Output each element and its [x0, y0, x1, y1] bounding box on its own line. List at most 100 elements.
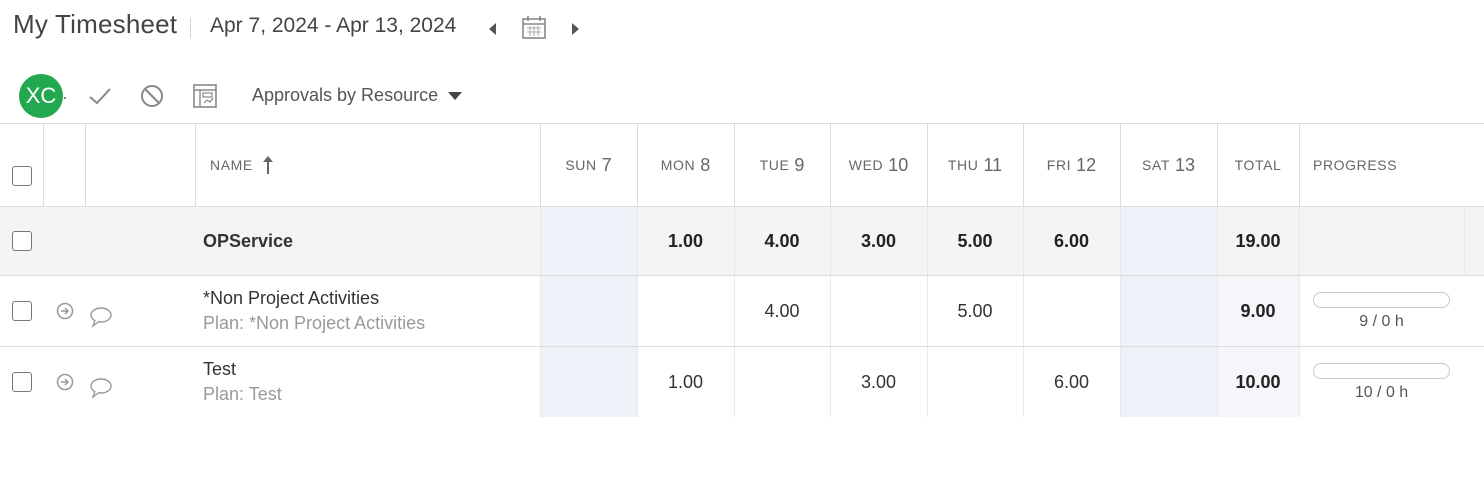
hours-cell[interactable]	[830, 276, 927, 346]
progress-bar	[1313, 362, 1450, 379]
day-number: 13	[1174, 154, 1196, 175]
row-comment-cell	[89, 347, 115, 417]
navigate-arrow-icon[interactable]	[55, 301, 75, 321]
hours-cell[interactable]	[927, 347, 1023, 417]
sort-ascending-icon	[262, 156, 273, 174]
total-column-label: TOTAL	[1234, 157, 1282, 173]
day-label: MON	[660, 157, 696, 173]
name-column-label: NAME	[210, 157, 253, 173]
column-header-total: TOTAL	[1217, 124, 1299, 206]
page-title: My Timesheet	[13, 9, 178, 39]
day-number: 7	[601, 154, 612, 175]
hours-cell[interactable]	[1120, 347, 1217, 417]
day-number: 8	[700, 154, 711, 175]
task-plan: Plan: *Non Project Activities	[203, 313, 426, 333]
progress-label: 9 / 0 h	[1359, 312, 1404, 330]
day-label: SAT	[1141, 157, 1170, 173]
total-cell: 19.00	[1235, 230, 1281, 251]
day-number: 11	[983, 154, 1003, 175]
group-row[interactable]: OPService 1.00 4.00 3.00 5.00 6.00 19.00	[0, 207, 1484, 276]
header-row: NAME SUN 7 MON 8 TUE 9 WED 10 THU 11 FRI 12 SA…	[0, 123, 1484, 207]
day-label: SUN	[565, 157, 597, 173]
column-header-day: THU 11	[927, 124, 1023, 206]
select-all-cell	[0, 124, 43, 206]
hours-cell[interactable]: 6.00	[1023, 347, 1120, 417]
hours-cell[interactable]	[1120, 276, 1217, 346]
hours-cell: 4.00	[764, 230, 800, 251]
view-dropdown-label: Approvals by Resource	[252, 85, 439, 105]
hours-cell: 3.00	[860, 230, 897, 251]
row-navigate-cell	[55, 347, 77, 417]
report-icon[interactable]	[191, 82, 219, 110]
reject-icon[interactable]	[138, 82, 166, 110]
day-number: 12	[1076, 154, 1097, 175]
column-header-day: FRI 12	[1023, 124, 1120, 206]
day-label: THU	[947, 157, 979, 173]
group-checkbox-cell	[0, 207, 43, 275]
row-checkbox[interactable]	[11, 231, 32, 251]
progress-column-label: PROGRESS	[1313, 157, 1398, 173]
day-label: WED	[848, 157, 884, 173]
task-plan: Plan: Test	[203, 384, 282, 404]
view-dropdown[interactable]: Approvals by Resource	[252, 85, 463, 106]
day-number: 10	[888, 154, 909, 175]
avatar[interactable]: XC	[19, 74, 63, 118]
progress-cell: 9 / 0 h	[1299, 276, 1464, 346]
table-row[interactable]: Test Plan: Test 1.00 3.00 6.00 10.00 10 …	[0, 347, 1484, 417]
task-name-cell: *Non Project Activities Plan: *Non Proje…	[203, 276, 533, 346]
calendar-icon[interactable]	[521, 15, 547, 41]
progress-bar	[1313, 291, 1450, 308]
task-name: *Non Project Activities	[203, 288, 380, 308]
column-header-day: SUN 7	[540, 124, 637, 206]
column-header-name[interactable]: NAME	[195, 124, 540, 206]
day-label: TUE	[759, 157, 790, 173]
date-range: Apr 7, 2024 - Apr 13, 2024	[210, 14, 457, 37]
column-header-day: TUE 9	[734, 124, 830, 206]
row-navigate-cell	[55, 276, 77, 346]
day-label: FRI	[1046, 157, 1072, 173]
avatar-menu-dot	[64, 97, 66, 99]
hours-cell[interactable]	[1023, 276, 1120, 346]
next-week-icon[interactable]	[566, 19, 584, 39]
title-divider	[190, 18, 191, 38]
select-all-checkbox[interactable]	[11, 166, 32, 186]
hours-cell[interactable]: 4.00	[734, 276, 830, 346]
hours-cell[interactable]: 1.00	[637, 347, 734, 417]
approve-check-icon[interactable]	[86, 82, 114, 110]
day-number: 9	[794, 154, 805, 175]
hours-cell: 6.00	[1053, 230, 1090, 251]
group-name-label: OPService	[203, 230, 294, 251]
hours-cell[interactable]	[540, 276, 637, 346]
hours-cell: 5.00	[957, 230, 993, 251]
chevron-down-icon	[448, 91, 463, 100]
column-header-day: WED 10	[830, 124, 927, 206]
hours-cell[interactable]: 5.00	[927, 276, 1023, 346]
group-name: OPService	[203, 207, 533, 275]
progress-cell: 10 / 0 h	[1299, 347, 1464, 417]
hours-cell[interactable]	[637, 276, 734, 346]
row-checkbox[interactable]	[11, 372, 32, 392]
title-bar: My Timesheet Apr 7, 2024 - Apr 13, 2024	[0, 0, 1484, 60]
comment-icon[interactable]	[89, 377, 113, 399]
hours-cell	[540, 207, 637, 275]
row-checkbox[interactable]	[11, 301, 32, 321]
hours-cell[interactable]	[734, 347, 830, 417]
toolbar: XC Approvals by Resource	[0, 70, 1484, 122]
progress-label: 10 / 0 h	[1354, 383, 1409, 401]
task-name: Test	[203, 359, 237, 379]
hours-cell[interactable]	[540, 347, 637, 417]
column-header-progress: PROGRESS	[1299, 124, 1464, 206]
total-cell: 9.00	[1217, 276, 1299, 346]
row-checkbox-cell	[0, 347, 43, 417]
hours-cell[interactable]: 3.00	[830, 347, 927, 417]
comment-icon[interactable]	[89, 306, 113, 328]
navigate-arrow-icon[interactable]	[55, 372, 75, 392]
column-header-day: MON 8	[637, 124, 734, 206]
task-name-cell: Test Plan: Test	[203, 347, 533, 417]
table-row[interactable]: *Non Project Activities Plan: *Non Proje…	[0, 276, 1484, 347]
total-cell: 10.00	[1217, 347, 1299, 417]
hours-cell	[1120, 207, 1217, 275]
previous-week-icon[interactable]	[484, 19, 502, 39]
row-checkbox-cell	[0, 276, 43, 346]
hours-cell: 1.00	[667, 230, 704, 251]
